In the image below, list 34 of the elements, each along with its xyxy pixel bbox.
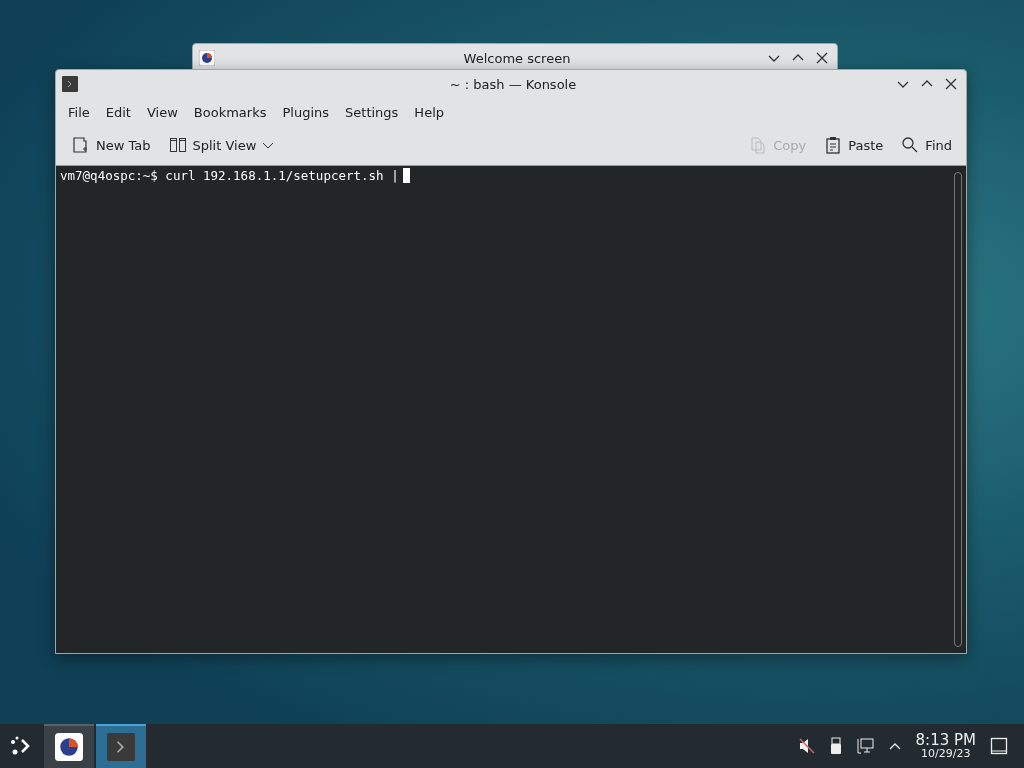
app-icon bbox=[55, 733, 83, 761]
terminal-icon bbox=[62, 76, 78, 92]
terminal-icon bbox=[107, 733, 135, 761]
new-tab-icon bbox=[70, 135, 90, 155]
task-button[interactable] bbox=[44, 724, 94, 768]
menu-item[interactable]: Bookmarks bbox=[185, 102, 275, 123]
clock-date[interactable]: 10/29/23 bbox=[921, 748, 971, 761]
split-view-icon bbox=[168, 136, 187, 154]
terminal-area[interactable]: vm7@q4ospc:~$ curl 192.168.1.1/setupcert.sh | bbox=[56, 165, 966, 653]
text-cursor bbox=[402, 168, 410, 183]
close-icon[interactable] bbox=[944, 77, 958, 91]
search-icon bbox=[901, 136, 920, 154]
menu-item[interactable]: Plugins bbox=[274, 102, 338, 123]
network-icon[interactable] bbox=[855, 737, 874, 755]
toolbar-button[interactable]: New Tab bbox=[64, 131, 157, 159]
toolbar-button[interactable]: Split View bbox=[162, 131, 281, 159]
app-icon bbox=[199, 50, 215, 66]
toolbar-button[interactable]: Paste bbox=[818, 131, 890, 159]
window-title: Welcome screen bbox=[462, 50, 572, 66]
menu-item[interactable]: View bbox=[138, 102, 186, 123]
muted-speaker-icon[interactable] bbox=[797, 737, 816, 755]
menu-item[interactable]: Help bbox=[406, 102, 452, 123]
close-icon[interactable] bbox=[815, 51, 829, 65]
copy-icon bbox=[749, 136, 768, 154]
menu-item[interactable]: Edit bbox=[97, 102, 139, 123]
toolbar-button[interactable]: Find bbox=[895, 131, 958, 159]
terminal-text: vm7@q4ospc:~$ curl 192.168.1.1/setupcert.sh | bbox=[60, 168, 399, 183]
show-desktop-icon[interactable] bbox=[990, 737, 1008, 755]
clipboard-icon bbox=[824, 136, 843, 154]
menu-item[interactable]: Settings bbox=[337, 102, 407, 123]
window-title: ~ : bash — Konsole bbox=[448, 76, 578, 92]
menu-item[interactable]: File bbox=[60, 102, 98, 123]
clock-time[interactable]: 8:13 PM bbox=[915, 731, 976, 749]
usb-drive-icon[interactable] bbox=[829, 737, 842, 755]
